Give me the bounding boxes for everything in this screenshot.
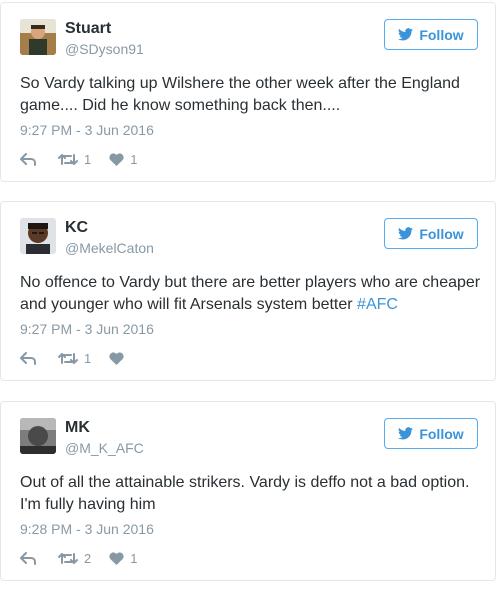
- reply-icon: [20, 351, 36, 365]
- tweet-text-body: No offence to Vardy but there are better…: [20, 274, 481, 313]
- display-name[interactable]: MK: [65, 419, 90, 437]
- reply-button[interactable]: [20, 351, 36, 365]
- timestamp[interactable]: 9:27 PM - 3 Jun 2016: [20, 321, 154, 337]
- retweet-icon: [58, 153, 78, 165]
- tweet-card-mk: MK @M_K_AFC Follow Out of all the attain…: [0, 401, 496, 581]
- like-button[interactable]: 1: [109, 551, 137, 566]
- hashtag-link[interactable]: #AFC: [357, 296, 398, 313]
- avatar-image-kc: [20, 218, 56, 254]
- tweet-card-stuart: Stuart @SDyson91 Follow So Vardy talking…: [0, 2, 496, 182]
- tweet-actions: 1: [20, 350, 130, 366]
- user-handle[interactable]: @MekelCaton: [65, 240, 154, 256]
- tweet-text: No offence to Vardy but there are better…: [20, 272, 482, 316]
- tweet-text-body: So Vardy talking up Wilshere the other w…: [20, 75, 460, 114]
- like-count: 1: [130, 151, 138, 167]
- reply-button[interactable]: [20, 152, 36, 166]
- timestamp[interactable]: 9:28 PM - 3 Jun 2016: [20, 521, 154, 537]
- user-handle[interactable]: @SDyson91: [65, 41, 144, 57]
- display-name[interactable]: KC: [65, 219, 88, 237]
- tweet-actions: 2 1: [20, 550, 137, 566]
- like-button[interactable]: [109, 351, 130, 365]
- like-count: 1: [130, 550, 138, 566]
- heart-icon: [109, 551, 124, 565]
- tweet-text-body: Out of all the attainable strikers. Vard…: [20, 474, 470, 513]
- avatar-image-mk: [20, 418, 56, 454]
- reply-icon: [20, 152, 36, 166]
- follow-label: Follow: [419, 26, 464, 43]
- twitter-bird-icon: [398, 28, 414, 41]
- follow-button[interactable]: Follow: [384, 418, 478, 449]
- user-handle[interactable]: @M_K_AFC: [65, 440, 144, 456]
- display-name[interactable]: Stuart: [65, 20, 111, 38]
- retweet-count: 1: [84, 350, 92, 366]
- reply-button[interactable]: [20, 551, 36, 565]
- twitter-bird-icon: [398, 227, 414, 240]
- reply-icon: [20, 551, 36, 565]
- retweet-count: 2: [84, 550, 92, 566]
- retweet-button[interactable]: 1: [58, 351, 91, 366]
- retweet-icon: [58, 352, 78, 364]
- twitter-bird-icon: [398, 427, 414, 440]
- tweet-text: So Vardy talking up Wilshere the other w…: [20, 73, 482, 117]
- tweet-text: Out of all the attainable strikers. Vard…: [20, 472, 482, 516]
- retweet-button[interactable]: 1: [58, 152, 91, 167]
- avatar[interactable]: [20, 19, 56, 55]
- retweet-count: 1: [84, 151, 92, 167]
- retweet-icon: [58, 552, 78, 564]
- timestamp[interactable]: 9:27 PM - 3 Jun 2016: [20, 122, 154, 138]
- retweet-button[interactable]: 2: [58, 551, 91, 566]
- heart-icon: [109, 351, 124, 365]
- heart-icon: [109, 152, 124, 166]
- avatar[interactable]: [20, 418, 56, 454]
- avatar-image-stuart: [20, 19, 56, 55]
- tweet-card-kc: KC @MekelCaton Follow No offence to Vard…: [0, 201, 496, 381]
- like-button[interactable]: 1: [109, 152, 137, 167]
- follow-button[interactable]: Follow: [384, 19, 478, 50]
- tweet-actions: 1 1: [20, 151, 137, 167]
- follow-button[interactable]: Follow: [384, 218, 478, 249]
- follow-label: Follow: [419, 425, 464, 442]
- follow-label: Follow: [419, 225, 464, 242]
- avatar[interactable]: [20, 218, 56, 254]
